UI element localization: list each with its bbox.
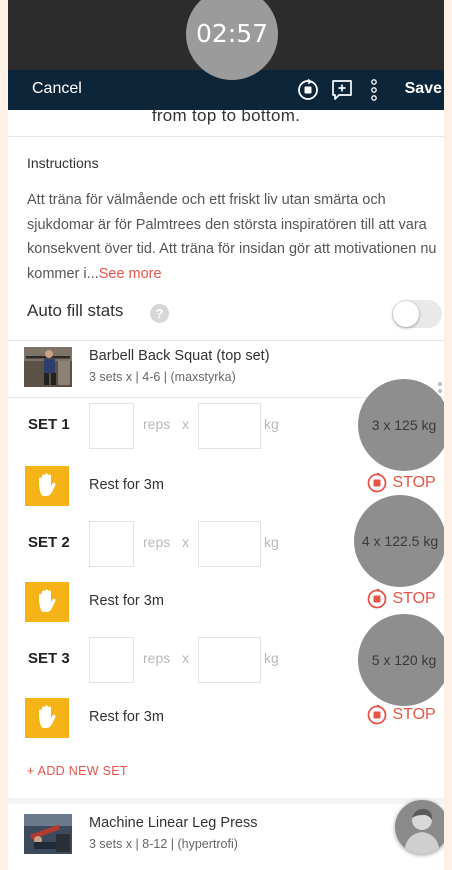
workout-screen: 02:57 Cancel Save from top to bottom. In… bbox=[8, 0, 444, 870]
exercise-meta: 3 sets x | 4-6 | (maxstyrka) bbox=[89, 370, 236, 384]
stop-label: STOP bbox=[392, 706, 436, 724]
divider bbox=[8, 136, 444, 137]
stop-timer-icon[interactable] bbox=[296, 78, 320, 102]
stop-label: STOP bbox=[392, 474, 436, 492]
stop-rest-button[interactable]: STOP bbox=[366, 588, 436, 610]
see-more-link[interactable]: See more bbox=[99, 266, 162, 282]
rest-label: Rest for 3m bbox=[89, 593, 164, 609]
weight-unit: kg bbox=[264, 650, 279, 666]
instructions-body: Att träna för välmående och ett friskt l… bbox=[27, 188, 439, 286]
times-sign: x bbox=[182, 416, 189, 432]
set-label: SET 2 bbox=[28, 534, 70, 551]
instructions-title: Instructions bbox=[27, 155, 99, 171]
times-sign: x bbox=[182, 650, 189, 666]
reps-unit: reps bbox=[143, 416, 171, 432]
previous-result[interactable]: 3 x 125 kg bbox=[358, 379, 444, 471]
toggle-knob bbox=[393, 301, 419, 327]
stop-circle-icon bbox=[367, 704, 387, 725]
weight-input[interactable] bbox=[198, 403, 261, 449]
hand-icon bbox=[25, 466, 69, 506]
exercise-thumbnail[interactable] bbox=[24, 347, 72, 387]
stop-circle-icon bbox=[367, 588, 387, 609]
previous-result[interactable]: 5 x 120 kg bbox=[358, 614, 444, 706]
weight-unit: kg bbox=[264, 416, 279, 432]
rest-label: Rest for 3m bbox=[89, 709, 164, 725]
exercise-name[interactable]: Machine Linear Leg Press bbox=[89, 815, 257, 831]
hand-icon bbox=[25, 698, 69, 738]
stop-label: STOP bbox=[392, 590, 436, 608]
weight-input[interactable] bbox=[198, 521, 261, 567]
reps-input[interactable] bbox=[89, 403, 134, 449]
description-text: from top to bottom. bbox=[151, 106, 301, 125]
weight-input[interactable] bbox=[198, 637, 261, 683]
stop-rest-button[interactable]: STOP bbox=[366, 472, 436, 494]
reps-input[interactable] bbox=[89, 521, 134, 567]
reps-unit: reps bbox=[143, 650, 171, 666]
divider bbox=[8, 340, 444, 341]
more-vertical-icon[interactable] bbox=[368, 78, 380, 102]
add-comment-icon[interactable] bbox=[330, 78, 354, 102]
coach-avatar[interactable] bbox=[395, 800, 444, 854]
set-label: SET 3 bbox=[28, 650, 70, 667]
hand-icon bbox=[25, 582, 69, 622]
instructions-text: Att träna för välmående och ett friskt l… bbox=[27, 192, 437, 282]
previous-result[interactable]: 4 x 122.5 kg bbox=[354, 495, 444, 587]
section-divider bbox=[8, 798, 444, 804]
auto-fill-label: Auto fill stats bbox=[27, 301, 124, 320]
set-label: SET 1 bbox=[28, 416, 70, 433]
times-sign: x bbox=[182, 534, 189, 550]
rest-label: Rest for 3m bbox=[89, 477, 164, 493]
save-button[interactable]: Save bbox=[405, 80, 442, 98]
exercise-name[interactable]: Barbell Back Squat (top set) bbox=[89, 348, 270, 364]
stop-circle-icon bbox=[367, 472, 387, 493]
cancel-button[interactable]: Cancel bbox=[32, 80, 82, 98]
help-icon[interactable]: ? bbox=[150, 304, 169, 323]
reps-input[interactable] bbox=[89, 637, 134, 683]
auto-fill-toggle[interactable] bbox=[392, 300, 442, 328]
exercise-meta: 3 sets x | 8-12 | (hypertrofi) bbox=[89, 837, 238, 851]
reps-unit: reps bbox=[143, 534, 171, 550]
add-new-set-button[interactable]: + ADD NEW SET bbox=[27, 764, 128, 778]
exercise-thumbnail[interactable] bbox=[24, 814, 72, 854]
weight-unit: kg bbox=[264, 534, 279, 550]
stop-rest-button[interactable]: STOP bbox=[366, 704, 436, 726]
